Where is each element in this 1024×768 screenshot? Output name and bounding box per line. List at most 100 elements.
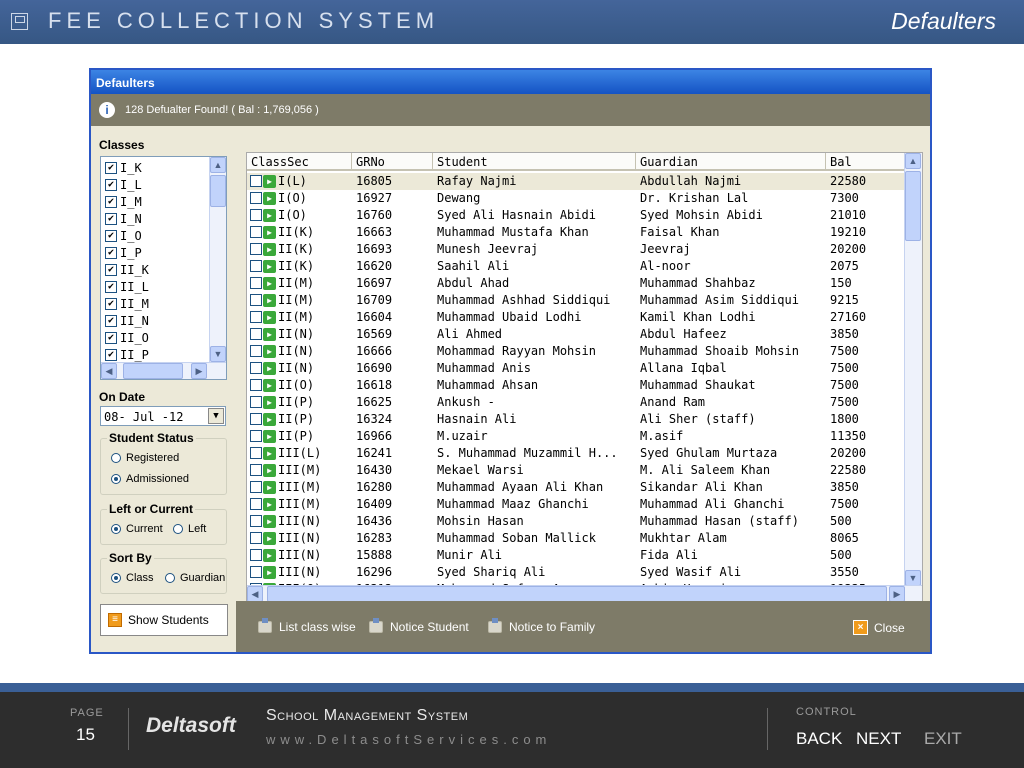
row-checkbox[interactable] — [250, 396, 262, 408]
table-row[interactable]: ▶ III(M) 16409 Muhammad Maaz Ghanchi Muhamma… — [247, 496, 905, 513]
close-button[interactable]: × Close — [853, 620, 905, 635]
chevron-down-icon[interactable]: ▼ — [208, 408, 224, 424]
classes-horizontal-scrollbar[interactable]: ◀ ▶ — [101, 362, 226, 379]
play-icon[interactable]: ▶ — [263, 413, 276, 426]
row-checkbox[interactable] — [250, 362, 262, 374]
column-header-guardian[interactable]: Guardian — [636, 153, 826, 170]
play-icon[interactable]: ▶ — [263, 532, 276, 545]
class-item[interactable]: ✔ I_L — [105, 176, 142, 193]
table-row[interactable]: ▶ II(N) 16690 Muhammad Anis Allana Iqbal 7500 — [247, 360, 905, 377]
class-checkbox[interactable]: ✔ — [105, 195, 117, 208]
play-icon[interactable]: ▶ — [263, 192, 276, 205]
table-row[interactable]: ▶ II(N) 16666 Mohammad Rayyan Mohsin Muhamma… — [247, 343, 905, 360]
table-row[interactable]: ▶ III(M) 16430 Mekael Warsi M. Ali Saleem Kh… — [247, 462, 905, 479]
table-row[interactable]: ▶ III(N) 15888 Munir Ali Fida Ali 500 — [247, 547, 905, 564]
radio-admissioned[interactable]: Admissioned — [111, 473, 189, 485]
table-row[interactable]: ▶ III(N) 16283 Muhammad Soban Mallick Mukhta… — [247, 530, 905, 547]
row-checkbox[interactable] — [250, 532, 262, 544]
table-row[interactable]: ▶ II(O) 16618 Muhammad Ahsan Muhammad Shauka… — [247, 377, 905, 394]
row-checkbox[interactable] — [250, 192, 262, 204]
play-icon[interactable]: ▶ — [263, 328, 276, 341]
row-checkbox[interactable] — [250, 260, 262, 272]
play-icon[interactable]: ▶ — [263, 277, 276, 290]
class-item[interactable]: ✔ I_N — [105, 210, 142, 227]
table-row[interactable]: ▶ III(M) 16280 Muhammad Ayaan Ali Khan Sikan… — [247, 479, 905, 496]
play-icon[interactable]: ▶ — [263, 294, 276, 307]
scroll-up-icon[interactable]: ▲ — [210, 157, 226, 173]
play-icon[interactable]: ▶ — [263, 566, 276, 579]
scroll-up-icon[interactable]: ▲ — [905, 153, 921, 169]
class-checkbox[interactable]: ✔ — [105, 280, 117, 293]
row-checkbox[interactable] — [250, 515, 262, 527]
table-row[interactable]: ▶ II(P) 16966 M.uzair M.asif 11350 — [247, 428, 905, 445]
class-checkbox[interactable]: ✔ — [105, 161, 117, 174]
table-row[interactable]: ▶ III(N) 16296 Syed Shariq Ali Syed Wasif Al… — [247, 564, 905, 581]
table-row[interactable]: ▶ II(M) 16697 Abdul Ahad Muhammad Shahbaz 150 — [247, 275, 905, 292]
play-icon[interactable]: ▶ — [263, 243, 276, 256]
scroll-down-icon[interactable]: ▼ — [210, 346, 226, 362]
play-icon[interactable]: ▶ — [263, 345, 276, 358]
table-row[interactable]: ▶ II(P) 16625 Ankush - Anand Ram 7500 — [247, 394, 905, 411]
play-icon[interactable]: ▶ — [263, 515, 276, 528]
column-header-classsec[interactable]: ClassSec — [247, 153, 352, 170]
play-icon[interactable]: ▶ — [263, 260, 276, 273]
row-checkbox[interactable] — [250, 277, 262, 289]
scroll-thumb[interactable] — [210, 175, 226, 207]
scroll-right-icon[interactable]: ▶ — [191, 363, 207, 379]
row-checkbox[interactable] — [250, 481, 262, 493]
class-checkbox[interactable]: ✔ — [105, 229, 117, 242]
row-checkbox[interactable] — [250, 209, 262, 221]
radio-left[interactable]: Left — [173, 523, 206, 535]
show-students-button[interactable]: ≡ Show Students — [100, 604, 228, 636]
date-picker[interactable]: 08- Jul -12 ▼ — [100, 406, 226, 426]
class-item[interactable]: ✔ II_P — [105, 346, 149, 363]
class-item[interactable]: ✔ I_K — [105, 159, 142, 176]
row-checkbox[interactable] — [250, 498, 262, 510]
class-item[interactable]: ✔ I_M — [105, 193, 142, 210]
row-checkbox[interactable] — [250, 379, 262, 391]
class-checkbox[interactable]: ✔ — [105, 263, 117, 276]
scroll-down-icon[interactable]: ▼ — [905, 570, 921, 586]
radio-registered[interactable]: Registered — [111, 452, 179, 464]
column-header-student[interactable]: Student — [433, 153, 636, 170]
play-icon[interactable]: ▶ — [263, 379, 276, 392]
class-checkbox[interactable]: ✔ — [105, 348, 117, 361]
play-icon[interactable]: ▶ — [263, 464, 276, 477]
notice-to-family-button[interactable]: Notice to Family — [488, 618, 595, 634]
defaulters-grid[interactable]: ClassSec GRNo Student Guardian Bal ▶ I(L)… — [246, 152, 923, 604]
play-icon[interactable]: ▶ — [263, 481, 276, 494]
class-checkbox[interactable]: ✔ — [105, 212, 117, 225]
table-row[interactable]: ▶ II(M) 16709 Muhammad Ashhad Siddiqui Muham… — [247, 292, 905, 309]
play-icon[interactable]: ▶ — [263, 175, 276, 188]
radio-guardian[interactable]: Guardian — [165, 572, 225, 584]
row-checkbox[interactable] — [250, 345, 262, 357]
back-button[interactable]: BACK — [796, 729, 842, 749]
scroll-left-icon[interactable]: ◀ — [101, 363, 117, 379]
row-checkbox[interactable] — [250, 447, 262, 459]
row-checkbox[interactable] — [250, 226, 262, 238]
table-row[interactable]: ▶ II(M) 16604 Muhammad Ubaid Lodhi Kamil Kha… — [247, 309, 905, 326]
table-row[interactable]: ▶ II(P) 16324 Hasnain Ali Ali Sher (staff) 18… — [247, 411, 905, 428]
class-item[interactable]: ✔ I_P — [105, 244, 142, 261]
table-row[interactable]: ▶ III(L) 16241 S. Muhammad Muzammil H... Sye… — [247, 445, 905, 462]
column-header-grno[interactable]: GRNo — [352, 153, 433, 170]
class-checkbox[interactable]: ✔ — [105, 297, 117, 310]
play-icon[interactable]: ▶ — [263, 430, 276, 443]
radio-class[interactable]: Class — [111, 572, 154, 584]
scroll-thumb[interactable] — [123, 363, 183, 379]
row-checkbox[interactable] — [250, 328, 262, 340]
class-item[interactable]: ✔ II_L — [105, 278, 149, 295]
play-icon[interactable]: ▶ — [263, 226, 276, 239]
table-row[interactable]: ▶ III(N) 16436 Mohsin Hasan Muhammad Hasan (… — [247, 513, 905, 530]
exit-button[interactable]: EXIT — [924, 729, 962, 749]
class-item[interactable]: ✔ II_N — [105, 312, 149, 329]
class-item[interactable]: ✔ II_O — [105, 329, 149, 346]
next-button[interactable]: NEXT — [856, 729, 901, 749]
row-checkbox[interactable] — [250, 243, 262, 255]
play-icon[interactable]: ▶ — [263, 362, 276, 375]
radio-current[interactable]: Current — [111, 523, 163, 535]
column-header-bal[interactable]: Bal — [826, 153, 905, 170]
class-checkbox[interactable]: ✔ — [105, 246, 117, 259]
table-row[interactable]: ▶ II(K) 16620 Saahil Ali Al-noor 2075 — [247, 258, 905, 275]
table-row[interactable]: ▶ II(K) 16693 Munesh Jeevraj Jeevraj 20200 — [247, 241, 905, 258]
